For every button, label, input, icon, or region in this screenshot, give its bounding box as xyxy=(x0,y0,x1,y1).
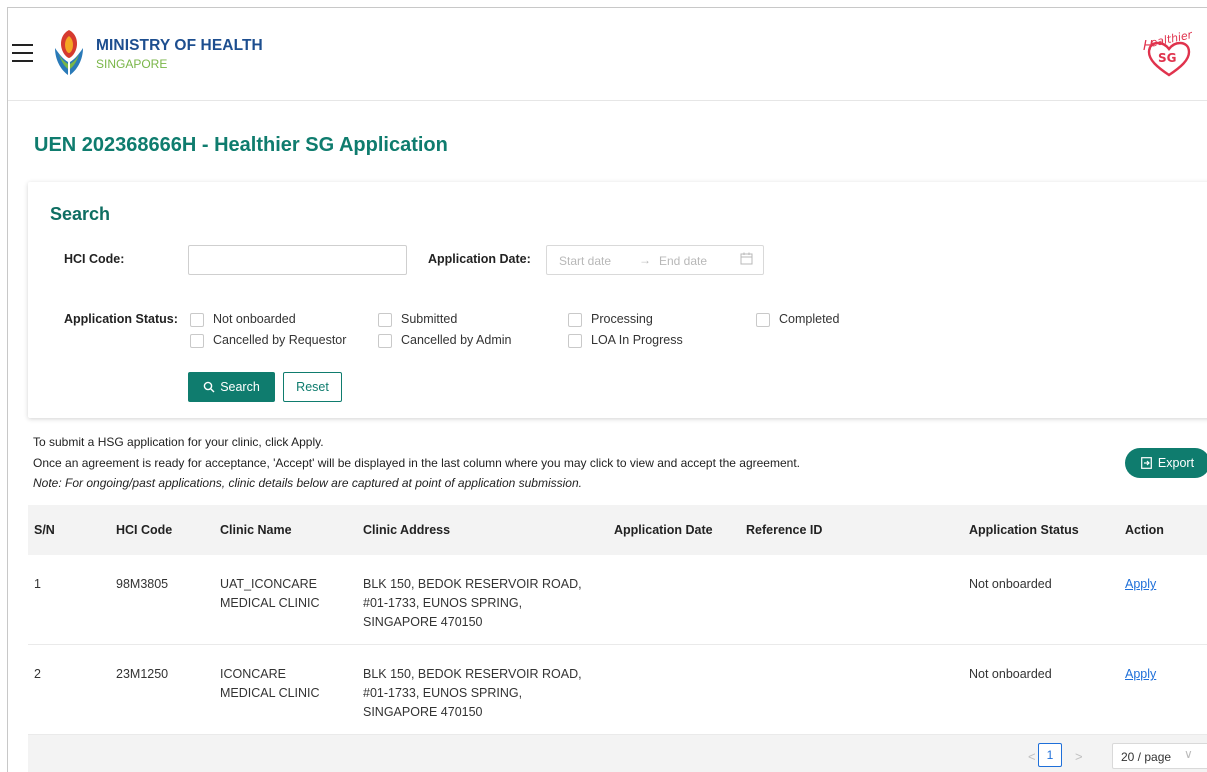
checkbox-box[interactable] xyxy=(378,334,392,348)
column-header-clinic-address: Clinic Address xyxy=(363,523,451,537)
cell-application-status: Not onboarded xyxy=(969,577,1052,591)
cell-application-status: Not onboarded xyxy=(969,667,1052,681)
range-arrow-icon: → xyxy=(639,253,651,267)
address-line: #01-1733, EUNOS SPRING, xyxy=(363,596,523,610)
moh-brand-text: MINISTRY OF HEALTH SINGAPORE xyxy=(96,37,263,71)
start-date-placeholder[interactable]: Start date xyxy=(559,254,611,268)
page-number-current[interactable]: 1 xyxy=(1038,743,1062,767)
search-icon xyxy=(203,381,215,393)
cell-action: Apply xyxy=(1125,575,1156,594)
table-row: 2 23M1250 ICONCARE MEDICAL CLINIC BLK 15… xyxy=(28,645,1207,735)
search-button[interactable]: Search xyxy=(188,372,275,402)
org-country: SINGAPORE xyxy=(96,57,168,71)
column-header-reference-id: Reference ID xyxy=(746,523,823,537)
clinic-name-line: UAT_ICONCARE xyxy=(220,577,318,591)
checkbox-box[interactable] xyxy=(568,313,582,327)
table-header-row: S/N HCI Code Clinic Name Clinic Address … xyxy=(28,505,1207,555)
moh-logo-icon xyxy=(55,30,83,75)
column-header-action: Action xyxy=(1125,523,1164,537)
hci-code-input[interactable] xyxy=(188,245,407,275)
pagination-bar: < 1 > 20 / page ∨ xyxy=(28,735,1207,772)
checkbox-label: Cancelled by Admin xyxy=(401,333,512,347)
page-title: UEN 202368666H - Healthier SG Applicatio… xyxy=(34,134,448,156)
clinic-name-line: MEDICAL CLINIC xyxy=(220,686,320,700)
cell-clinic-name: UAT_ICONCARE MEDICAL CLINIC xyxy=(220,575,320,613)
clinic-name-line: MEDICAL CLINIC xyxy=(220,596,320,610)
application-date-range-picker[interactable]: Start date → End date xyxy=(546,245,764,275)
search-button-label: Search xyxy=(220,380,260,394)
next-page-icon[interactable]: > xyxy=(1075,749,1083,764)
calendar-icon xyxy=(740,252,753,265)
export-button-label: Export xyxy=(1157,456,1195,470)
address-line: BLK 150, BEDOK RESERVOIR ROAD, xyxy=(363,667,582,681)
address-line: BLK 150, BEDOK RESERVOIR ROAD, xyxy=(363,577,582,591)
checkbox-label: Cancelled by Requestor xyxy=(213,333,347,347)
cell-action: Apply xyxy=(1125,665,1156,684)
address-line: #01-1733, EUNOS SPRING, xyxy=(363,686,523,700)
cell-clinic-address: BLK 150, BEDOK RESERVOIR ROAD, #01-1733,… xyxy=(363,665,582,722)
export-icon xyxy=(1141,457,1152,469)
apply-link[interactable]: Apply xyxy=(1125,667,1156,681)
healthier-sg-logo-icon: ealthier H SG xyxy=(1143,29,1195,77)
table-row: 1 98M3805 UAT_ICONCARE MEDICAL CLINIC BL… xyxy=(28,555,1207,645)
checkbox-box[interactable] xyxy=(756,313,770,327)
org-name: MINISTRY OF HEALTH xyxy=(96,37,263,54)
cell-clinic-name: ICONCARE MEDICAL CLINIC xyxy=(220,665,320,703)
page-size-value: 20 / page xyxy=(1121,750,1172,764)
checkbox-label: Submitted xyxy=(401,312,458,326)
reset-button[interactable]: Reset xyxy=(283,372,342,402)
hci-code-label: HCI Code: xyxy=(64,252,125,266)
column-header-application-status: Application Status xyxy=(969,523,1079,537)
application-status-label: Application Status: xyxy=(64,312,178,326)
address-line: SINGAPORE 470150 xyxy=(363,615,483,629)
address-line: SINGAPORE 470150 xyxy=(363,705,483,719)
column-header-sn: S/N xyxy=(34,523,55,537)
info-line-apply: To submit a HSG application for your cli… xyxy=(33,435,324,449)
checkbox-label: LOA In Progress xyxy=(591,333,683,347)
info-line-accept: Once an agreement is ready for acceptanc… xyxy=(33,456,800,470)
clinic-name-line: ICONCARE xyxy=(220,667,286,681)
application-date-label: Application Date: xyxy=(428,252,531,266)
column-header-hci-code: HCI Code xyxy=(116,523,173,537)
column-header-application-date: Application Date xyxy=(614,523,713,537)
cell-hci-code: 23M1250 xyxy=(116,667,169,681)
column-header-clinic-name: Clinic Name xyxy=(220,523,292,537)
page-size-select[interactable]: 20 / page ∨ xyxy=(1112,743,1207,769)
app-window: MINISTRY OF HEALTH SINGAPORE ealthier H … xyxy=(7,7,1207,772)
checkbox-box[interactable] xyxy=(190,313,204,327)
search-heading: Search xyxy=(50,204,111,224)
apply-link[interactable]: Apply xyxy=(1125,577,1156,591)
cell-hci-code: 98M3805 xyxy=(116,577,169,591)
end-date-placeholder[interactable]: End date xyxy=(659,254,707,268)
search-panel: Search HCI Code: Application Date: Start… xyxy=(28,182,1207,418)
cell-sn: 2 xyxy=(34,667,41,681)
checkbox-box[interactable] xyxy=(378,313,392,327)
info-note: Note: For ongoing/past applications, cli… xyxy=(33,476,582,490)
hamburger-menu-icon[interactable] xyxy=(12,44,33,62)
chevron-down-icon: ∨ xyxy=(1184,747,1193,761)
svg-text:SG: SG xyxy=(1158,51,1177,65)
checkbox-box[interactable] xyxy=(568,334,582,348)
previous-page-icon[interactable]: < xyxy=(1028,749,1036,764)
cell-sn: 1 xyxy=(34,577,41,591)
checkbox-label: Completed xyxy=(779,312,840,326)
cell-clinic-address: BLK 150, BEDOK RESERVOIR ROAD, #01-1733,… xyxy=(363,575,582,632)
top-header: MINISTRY OF HEALTH SINGAPORE ealthier H … xyxy=(8,8,1207,101)
checkbox-box[interactable] xyxy=(190,334,204,348)
export-button[interactable]: Export xyxy=(1125,448,1207,478)
checkbox-label: Not onboarded xyxy=(213,312,296,326)
checkbox-label: Processing xyxy=(591,312,653,326)
